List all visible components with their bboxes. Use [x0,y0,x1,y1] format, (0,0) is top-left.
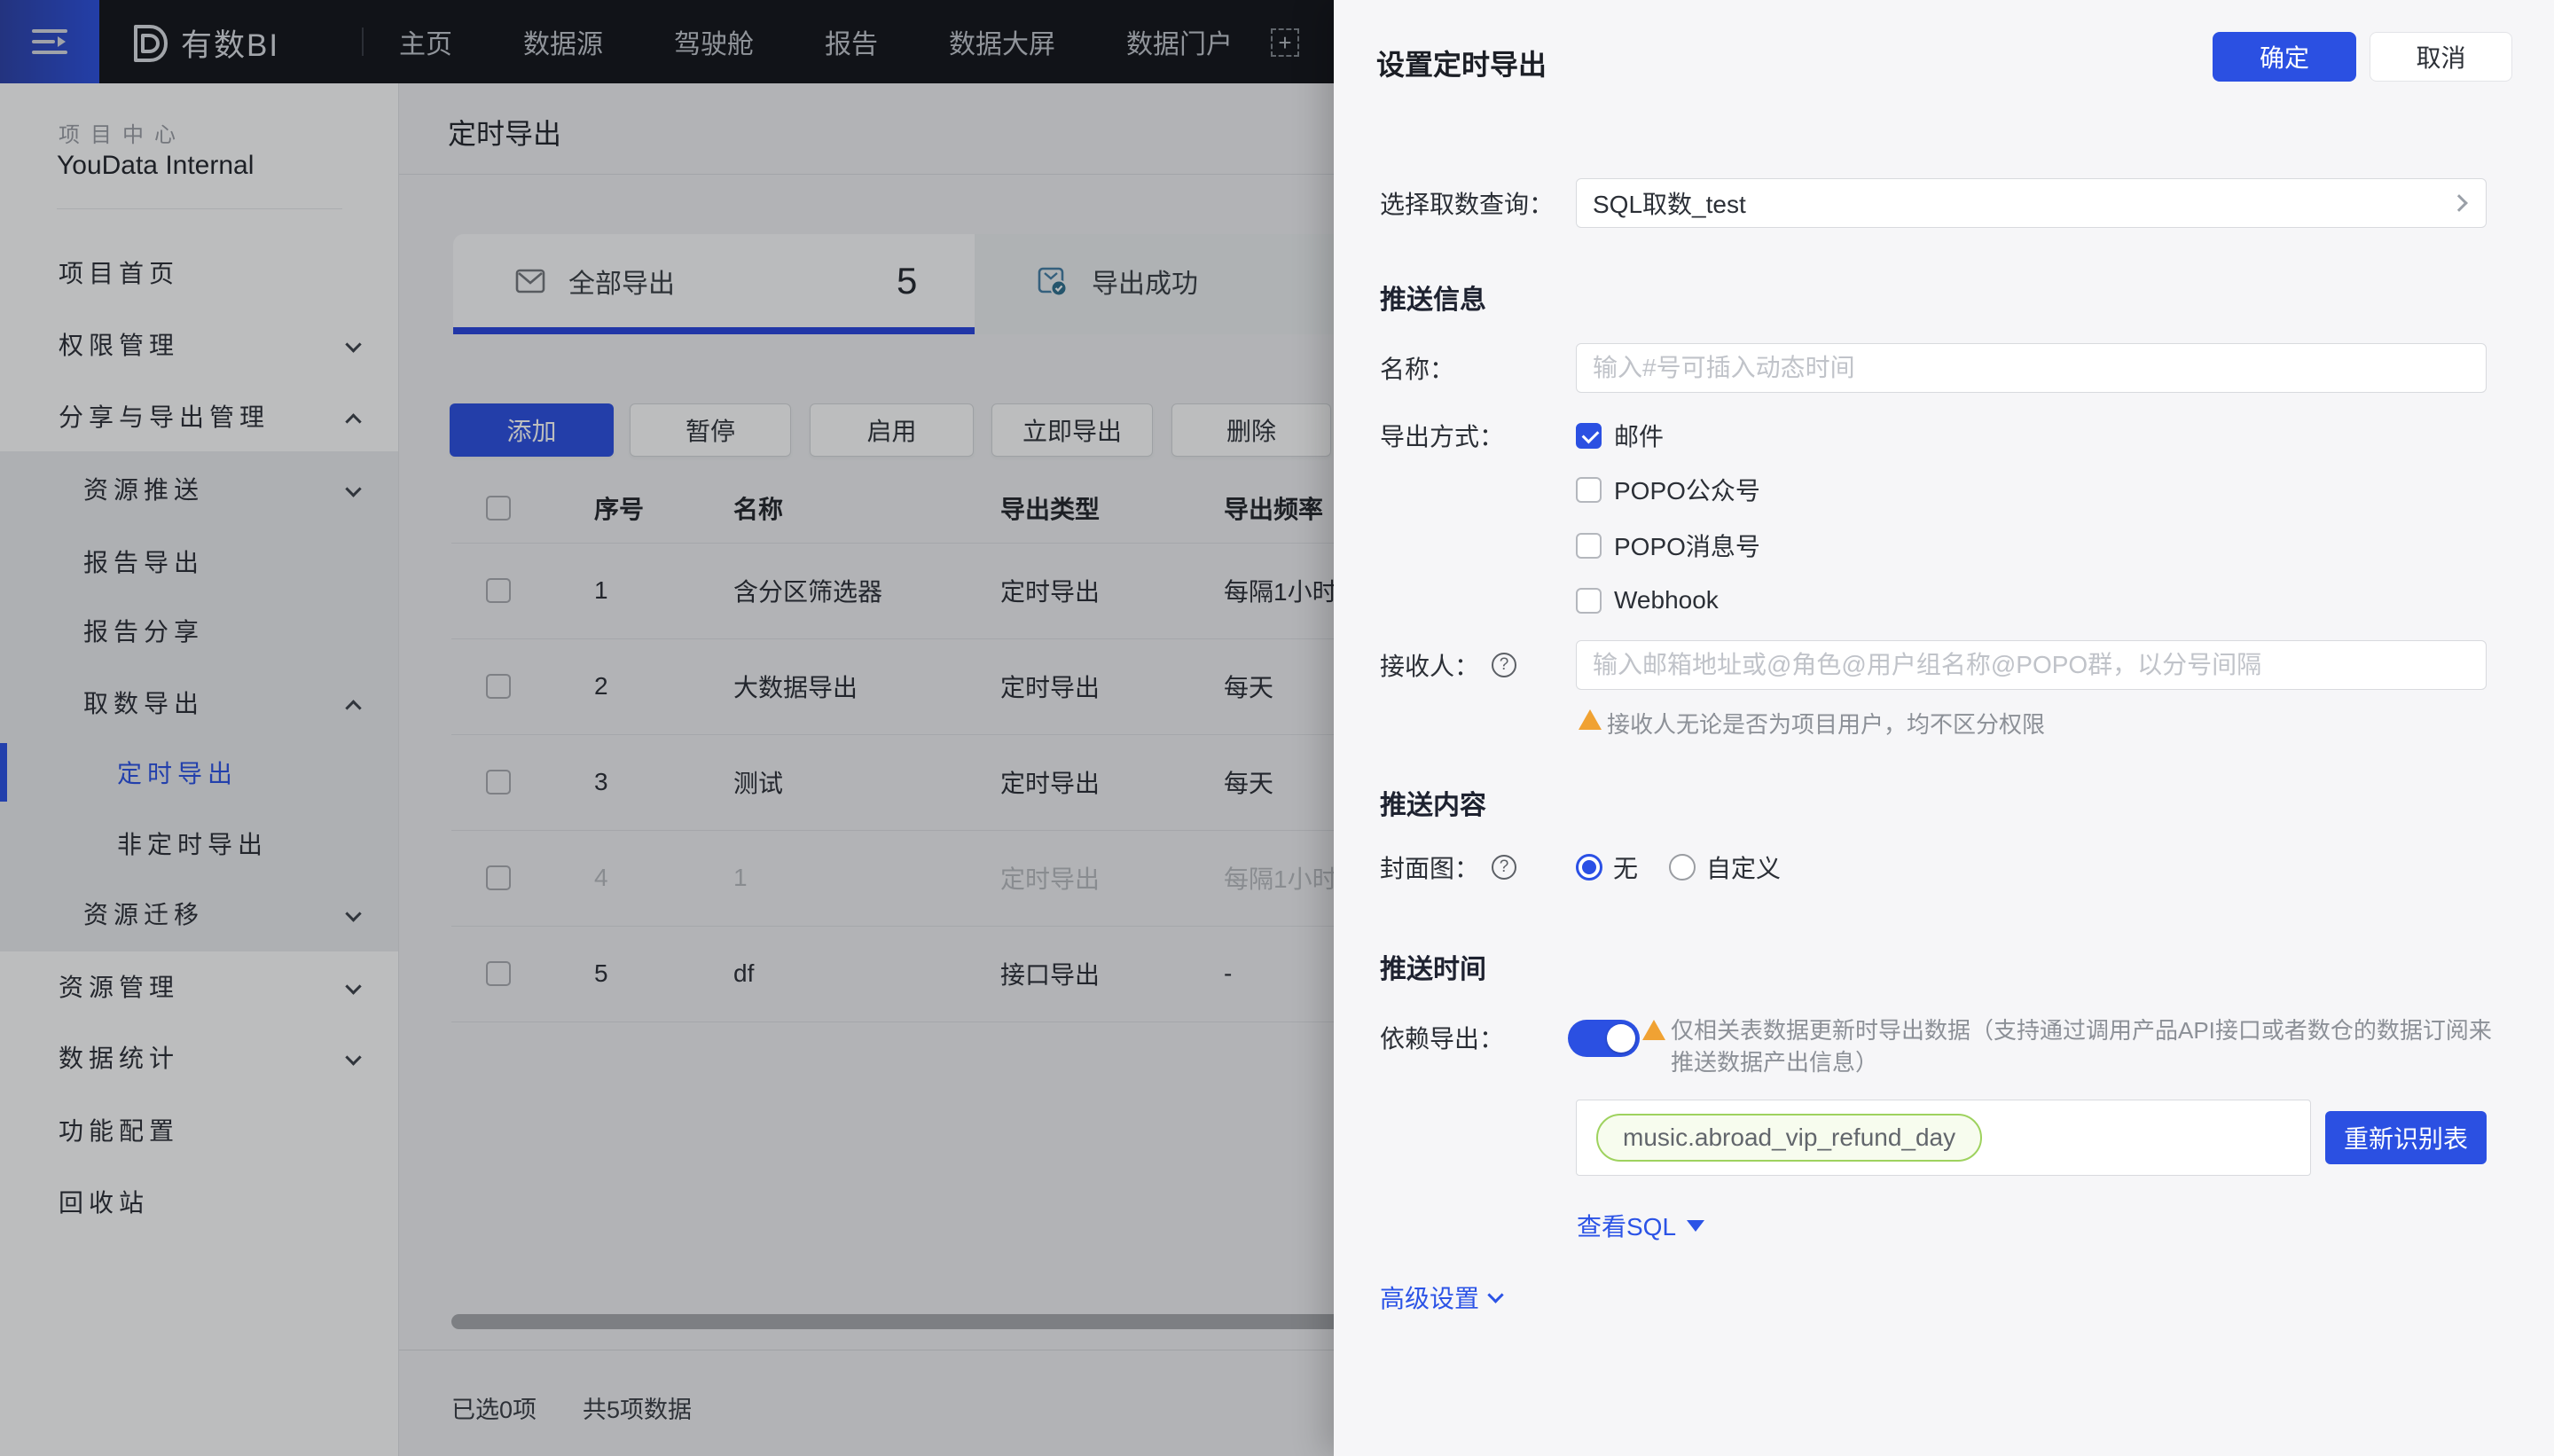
confirm-button[interactable]: 确定 [2213,32,2356,82]
help-icon[interactable]: ? [1492,855,1516,880]
query-select-label: 选择取数查询： [1380,185,1554,221]
view-sql-link[interactable]: 查看SQL [1577,1208,1704,1243]
name-label: 名称： [1380,350,1454,386]
warning-icon [1579,709,1602,730]
warning-icon [1642,1020,1665,1040]
chevron-down-icon [1487,1287,1503,1303]
method-option-popo-message[interactable]: POPO消息号 [1576,528,1760,563]
radio-icon [1669,854,1696,881]
dependency-warning: 仅相关表数据更新时导出数据（支持通过调用产品API接口或者数仓的数据订阅来推送数… [1642,1014,2529,1078]
checkbox-icon [1576,588,1602,614]
drawer-title: 设置定时导出 [1376,43,1547,83]
advanced-settings-link[interactable]: 高级设置 [1380,1280,1501,1315]
modal-dim-overlay[interactable] [0,0,1334,1456]
export-method-label: 导出方式： [1380,418,1504,453]
name-input[interactable] [1576,343,2487,393]
cover-option-none[interactable]: 无 [1576,849,1638,885]
push-time-heading: 推送时间 [1380,947,1486,986]
dependency-toggle[interactable] [1568,1020,1640,1057]
method-option-webhook[interactable]: Webhook [1576,586,1719,614]
cover-label: 封面图： [1380,849,1479,885]
push-info-heading: 推送信息 [1380,278,1486,317]
recipient-label: 接收人： [1380,647,1479,683]
checkbox-checked-icon [1576,423,1602,449]
query-select-field[interactable]: SQL取数_test [1576,178,2487,228]
dependency-table-field[interactable]: music.abroad_vip_refund_day [1576,1100,2311,1176]
query-select-value: SQL取数_test [1593,185,1746,221]
triangle-down-icon [1687,1220,1704,1232]
app-root: 有数BI 主页 数据源 驾驶舱 报告 数据大屏 数据门户 + 项目中心 YouD… [0,0,2554,1456]
checkbox-icon [1576,533,1602,559]
table-tag[interactable]: music.abroad_vip_refund_day [1596,1114,1982,1162]
dependency-label: 依赖导出： [1380,1020,1504,1055]
recipient-input[interactable] [1576,640,2487,690]
reidentify-tables-button[interactable]: 重新识别表 [2325,1111,2487,1164]
toggle-knob [1607,1024,1635,1053]
recipient-warning: 接收人无论是否为项目用户，均不区分权限 [1579,707,2045,740]
method-option-popo-official[interactable]: POPO公众号 [1576,472,1760,507]
help-icon[interactable]: ? [1492,653,1516,677]
push-content-heading: 推送内容 [1380,783,1486,822]
scheduled-export-drawer: 设置定时导出 确定 取消 选择取数查询： SQL取数_test 推送信息 名称：… [1334,0,2554,1456]
cover-option-custom[interactable]: 自定义 [1669,849,1781,885]
radio-selected-icon [1576,854,1602,881]
method-option-email[interactable]: 邮件 [1576,418,1664,453]
checkbox-icon [1576,477,1602,503]
cancel-button[interactable]: 取消 [2370,32,2512,82]
